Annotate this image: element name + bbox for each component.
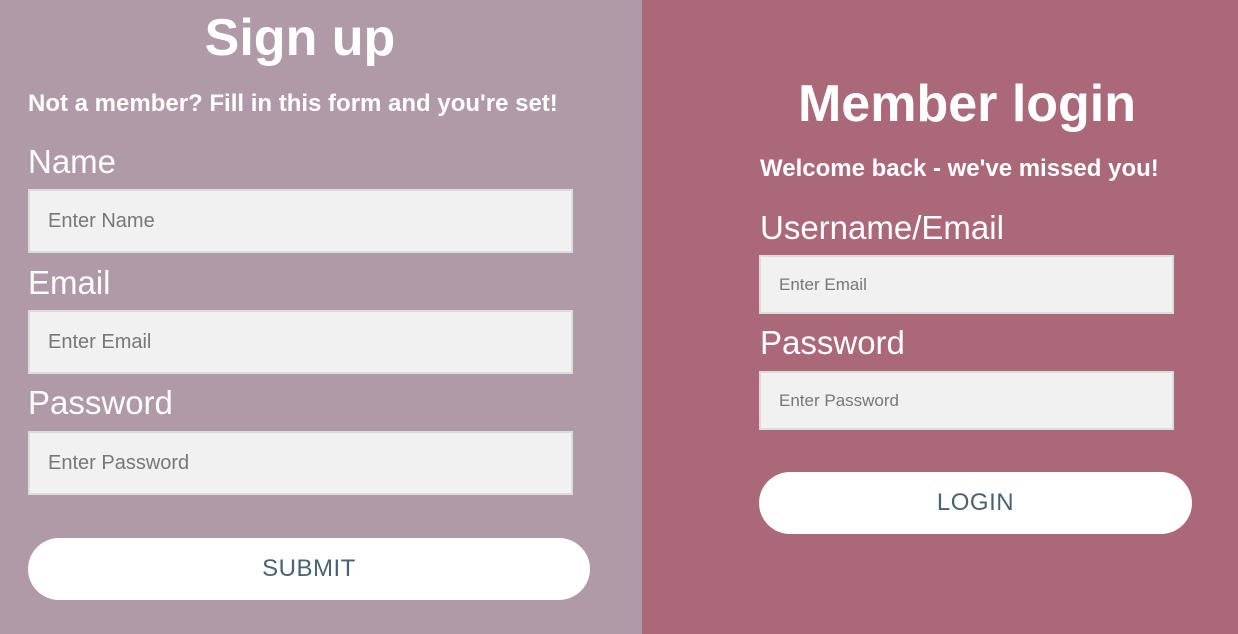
login-panel: Member login Welcome back - we've missed… — [642, 0, 1238, 634]
email-input[interactable] — [28, 310, 573, 374]
username-label: Username/Email — [760, 209, 1004, 246]
password-label: Password — [28, 384, 173, 421]
name-label: Name — [28, 143, 117, 180]
login-subtitle: Welcome back - we've missed you! — [760, 155, 1159, 182]
signup-subtitle: Not a member? Fill in this form and you'… — [28, 90, 558, 117]
name-input[interactable] — [28, 189, 573, 253]
password-input[interactable] — [28, 431, 573, 495]
login-password-input[interactable] — [759, 371, 1174, 430]
login-title: Member login — [797, 75, 1137, 133]
signup-title: Sign up — [204, 9, 396, 67]
page: Sign up Not a member? Fill in this form … — [0, 0, 1238, 634]
signup-panel: Sign up Not a member? Fill in this form … — [0, 0, 642, 634]
submit-button[interactable]: SUBMIT — [28, 538, 590, 600]
username-input[interactable] — [759, 255, 1174, 314]
email-label: Email — [28, 264, 111, 301]
login-button[interactable]: LOGIN — [759, 472, 1192, 534]
login-password-label: Password — [760, 324, 905, 361]
